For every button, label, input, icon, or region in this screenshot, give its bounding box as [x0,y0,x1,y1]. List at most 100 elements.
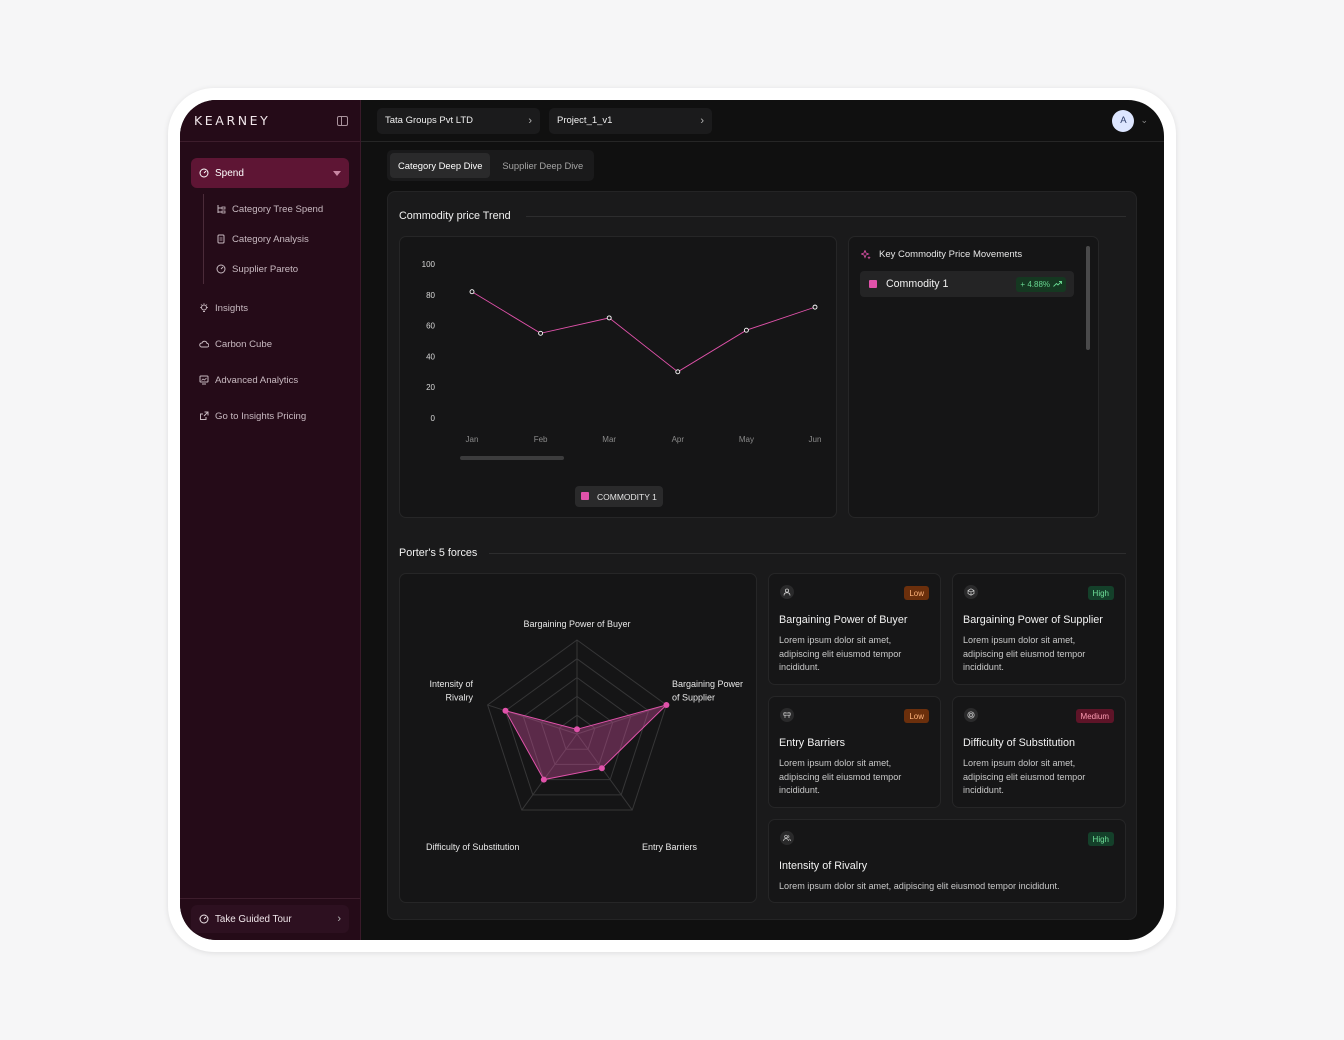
chevron-down-icon[interactable]: ⌄ [1140,115,1148,126]
avatar[interactable]: A [1112,109,1135,132]
force-card-supplier[interactable]: High Bargaining Power of Supplier Lorem … [952,573,1126,685]
porter-radar-chart: Bargaining Power of Buyer Bargaining Powe… [426,619,743,852]
box-icon [964,585,978,599]
content-panel: Commodity price Trend 0 20 40 60 80 100 Jan Fe… [387,191,1137,920]
radar-data-point[interactable] [502,707,509,714]
commodity-movement-item[interactable]: Commodity 1 + 4.88% [860,271,1074,297]
radar-axis-label: Difficulty of Substitution [426,842,519,852]
caret-down-icon [333,170,341,176]
trend-up-icon [1053,280,1062,289]
document-icon [216,234,226,244]
section-divider [526,216,1126,217]
sparkles-icon [861,249,871,260]
tab-category-deep-dive[interactable]: Category Deep Dive [390,153,491,178]
price-movements-title: Key Commodity Price Movements [879,249,1023,260]
x-tick-label: May [739,435,754,444]
force-title: Intensity of Rivalry [779,860,868,872]
radar-data-point[interactable] [663,701,670,708]
radar-data-point[interactable] [598,765,605,772]
company-selector[interactable]: Tata Groups Pvt LTD › [377,107,540,134]
change-value: + 4.88% [1020,279,1050,289]
x-tick-label: Mar [602,435,616,444]
lightbulb-icon [199,303,209,313]
level-badge: Low [904,586,929,600]
y-tick-label: 40 [426,352,435,361]
porter-section-title: Porter's 5 forces [399,547,478,559]
tab-bar: Category Deep Dive Supplier Deep Dive [387,150,595,181]
force-card-buyer[interactable]: Low Bargaining Power of Buyer Lorem ipsu… [768,573,941,685]
cloud-icon [199,339,209,349]
commodity-name: Commodity 1 [886,278,949,290]
porter-radar-card: Bargaining Power of Buyer Bargaining Powe… [399,573,757,903]
level-badge: High [1087,832,1114,846]
series-line-commodity-1 [471,291,816,373]
project-name: Project_1_v1 [557,115,613,126]
force-description: Lorem ipsum dolor sit amet, adipiscing e… [779,635,902,672]
level-badge: Low [904,709,929,723]
tab-supplier-deep-dive[interactable]: Supplier Deep Dive [494,153,591,178]
radar-axis-label: Bargaining Power of Buyer [523,619,630,629]
external-link-icon [199,411,209,421]
brand-logo: KEARNEY [194,113,271,128]
users-icon [780,831,794,845]
sidebar-item-insights-pricing[interactable]: Go to Insights Pricing [191,398,349,434]
sidebar-item-label: Category Tree Spend [232,203,324,215]
price-movements-card: Key Commodity Price Movements Commodity … [848,236,1099,518]
chevron-right-icon: › [337,913,341,925]
radar-data-point[interactable] [574,726,580,733]
sidebar-item-insights[interactable]: Insights [191,290,349,326]
legend-swatch [581,492,589,500]
scrollbar-thumb[interactable] [1086,246,1090,350]
y-tick-label: 0 [431,414,436,423]
commodity-chart-card: 0 20 40 60 80 100 Jan Feb Mar Apr May Jun COMMODIT… [399,236,837,518]
tour-label: Take Guided Tour [215,913,292,925]
sidebar-item-category-analysis[interactable]: Category Analysis [216,224,349,254]
chevron-right-icon: › [528,114,532,127]
sidebar-item-label: Spend [215,167,244,179]
collapse-sidebar-icon[interactable] [337,115,348,126]
monitor-chart-icon [199,375,209,385]
y-tick-label: 60 [426,322,435,331]
sidebar-item-label: Supplier Pareto [232,263,299,275]
force-description: Lorem ipsum dolor sit amet, adipiscing e… [779,758,902,795]
commodity-swatch [869,280,877,288]
sidebar-item-supplier-pareto[interactable]: Supplier Pareto [216,254,349,284]
sidebar-item-label: Category Analysis [232,233,309,245]
sidebar-item-carbon-cube[interactable]: Carbon Cube [191,326,349,362]
user-menu[interactable]: A ⌄ [1112,109,1148,132]
data-point[interactable] [743,327,749,333]
legend-label: COMMODITY 1 [597,492,657,502]
level-badge: High [1087,586,1114,600]
radar-axis-label: Entry Barriers [642,842,698,852]
price-movements-header: Key Commodity Price Movements [861,249,1022,260]
sidebar-item-advanced-analytics[interactable]: Advanced Analytics [191,362,349,398]
data-point[interactable] [675,369,681,375]
brand-row: KEARNEY [180,100,360,142]
force-title: Difficulty of Substitution [963,737,1076,749]
y-tick-label: 80 [426,291,435,300]
take-guided-tour-button[interactable]: Take Guided Tour › [191,905,349,933]
guided-tour-area: Take Guided Tour › [180,898,360,940]
user-icon [780,585,794,599]
radar-data-point[interactable] [540,776,547,783]
commodity-section-title: Commodity price Trend [399,210,511,222]
chart-zoom-scrollbar[interactable] [460,456,564,460]
sidebar: KEARNEY Spend Category Tree Spend Catego… [180,100,361,940]
data-point[interactable] [812,304,818,310]
data-point[interactable] [606,315,612,321]
sidebar-item-category-tree-spend[interactable]: Category Tree Spend [216,194,349,224]
sidebar-item-spend[interactable]: Spend [191,158,349,188]
commodity-line-chart: 0 20 40 60 80 100 Jan Feb Mar Apr May Jun COMMODIT… [422,260,822,507]
x-tick-label: Jun [809,435,822,444]
sidebar-nav: Spend Category Tree Spend Category Analy… [180,142,360,434]
data-point[interactable] [469,289,475,295]
data-point[interactable] [538,330,544,336]
project-selector[interactable]: Project_1_v1 › [549,107,712,134]
force-card-rivalry[interactable]: High Intensity of Rivalry Lorem ipsum do… [768,819,1126,903]
tree-icon [216,204,226,214]
chart-legend[interactable]: COMMODITY 1 [575,486,663,507]
level-badge: Medium [1075,709,1114,723]
force-card-substitution[interactable]: Medium Difficulty of Substitution Lorem … [952,696,1126,808]
x-tick-label: Feb [534,435,548,444]
force-card-entry-barriers[interactable]: Low Entry Barriers Lorem ipsum dolor sit… [768,696,941,808]
